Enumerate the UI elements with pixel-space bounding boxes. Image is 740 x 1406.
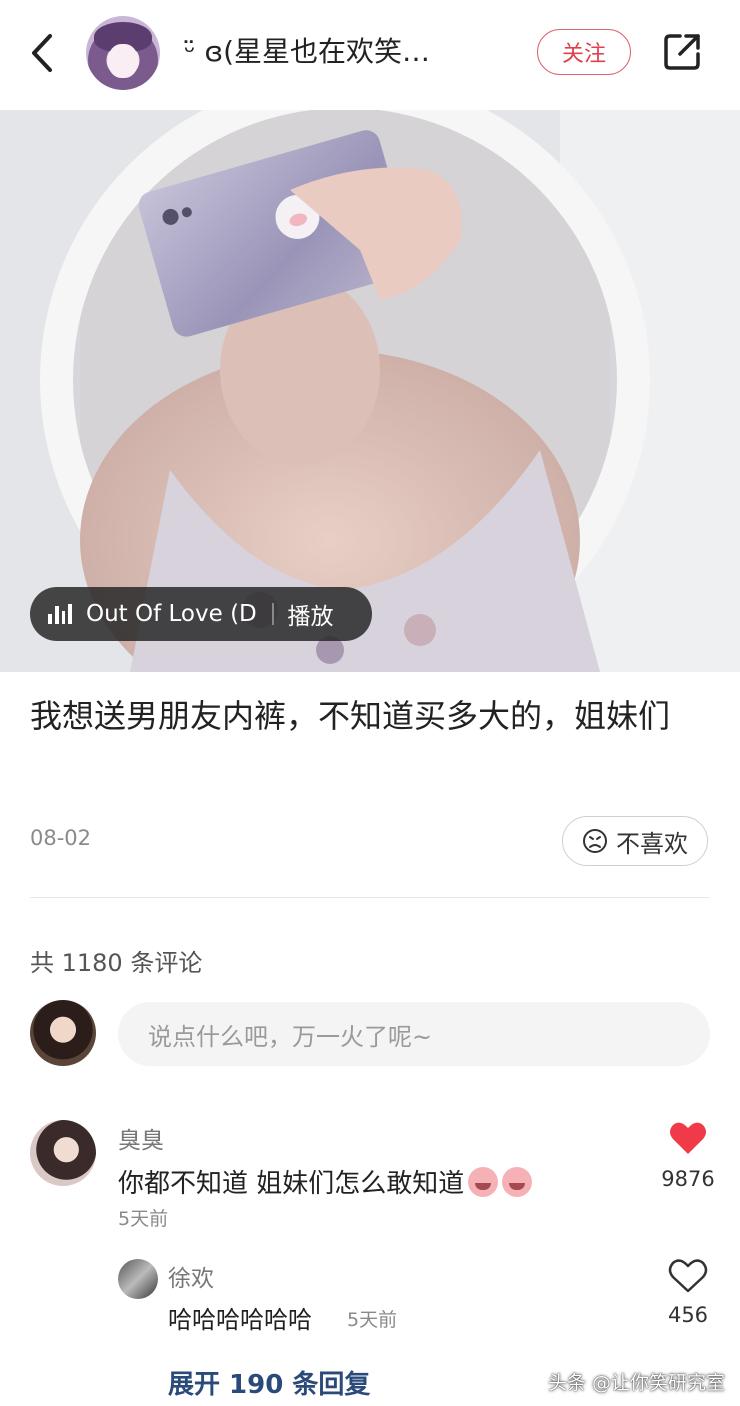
like-button[interactable] bbox=[668, 1120, 708, 1156]
heart-filled-icon bbox=[670, 1122, 706, 1154]
expand-replies-link[interactable]: 展开 190 条回复 bbox=[168, 1364, 370, 1401]
reply-time: 5天前 bbox=[347, 1309, 398, 1331]
comment-text: 你都不知道 姐妹们怎么敢知道 bbox=[118, 1163, 533, 1200]
reply-like-count: 456 bbox=[667, 1303, 709, 1327]
crying-laugh-emoji-icon bbox=[468, 1166, 499, 1197]
post-date: 08-02 bbox=[30, 826, 92, 850]
my-avatar bbox=[30, 1000, 96, 1066]
audio-bars-icon bbox=[48, 604, 72, 624]
reply-like-button[interactable] bbox=[668, 1258, 708, 1294]
heart-outline-icon bbox=[668, 1259, 708, 1293]
chevron-left-icon bbox=[32, 34, 52, 72]
post-title: 我想送男朋友内裤，不知道买多大的，姐妹们 bbox=[30, 697, 671, 735]
author-name[interactable]: ᵕ̈ ɞ(星星也在欢笑… bbox=[184, 30, 430, 70]
crying-laugh-emoji-icon bbox=[502, 1166, 533, 1197]
comment-input[interactable]: 说点什么吧，万一火了呢~ bbox=[118, 1002, 710, 1066]
back-button[interactable] bbox=[22, 28, 62, 78]
comment-body: 你都不知道 姐妹们怎么敢知道 bbox=[118, 1169, 465, 1199]
music-pill[interactable]: Out Of Love (Deva 播放 bbox=[30, 587, 372, 641]
pill-divider bbox=[272, 603, 274, 625]
follow-button[interactable]: 关注 bbox=[537, 29, 631, 75]
comment-count: 共 1180 条评论 bbox=[30, 949, 203, 977]
commenter-avatar[interactable] bbox=[30, 1120, 96, 1186]
play-button[interactable]: 播放 bbox=[288, 597, 334, 631]
share-icon bbox=[664, 34, 700, 70]
dislike-label: 不喜欢 bbox=[616, 829, 688, 858]
share-button[interactable] bbox=[660, 30, 704, 74]
like-count: 9876 bbox=[661, 1167, 715, 1191]
divider bbox=[30, 897, 710, 898]
comment-time: 5天前 bbox=[118, 1208, 169, 1230]
dislike-button[interactable]: 不喜欢 bbox=[562, 816, 708, 866]
reply-name[interactable]: 徐欢 bbox=[168, 1259, 214, 1293]
sad-face-icon bbox=[583, 829, 607, 853]
song-title: Out Of Love (Deva bbox=[86, 601, 258, 627]
commenter-name[interactable]: 臭臭 bbox=[118, 1121, 164, 1155]
watermark: 头条 @让你笑研究室 bbox=[548, 1372, 726, 1394]
reply-avatar[interactable] bbox=[118, 1259, 158, 1299]
author-avatar[interactable] bbox=[86, 16, 160, 90]
reply-text: 哈哈哈哈哈哈 bbox=[168, 1306, 312, 1334]
